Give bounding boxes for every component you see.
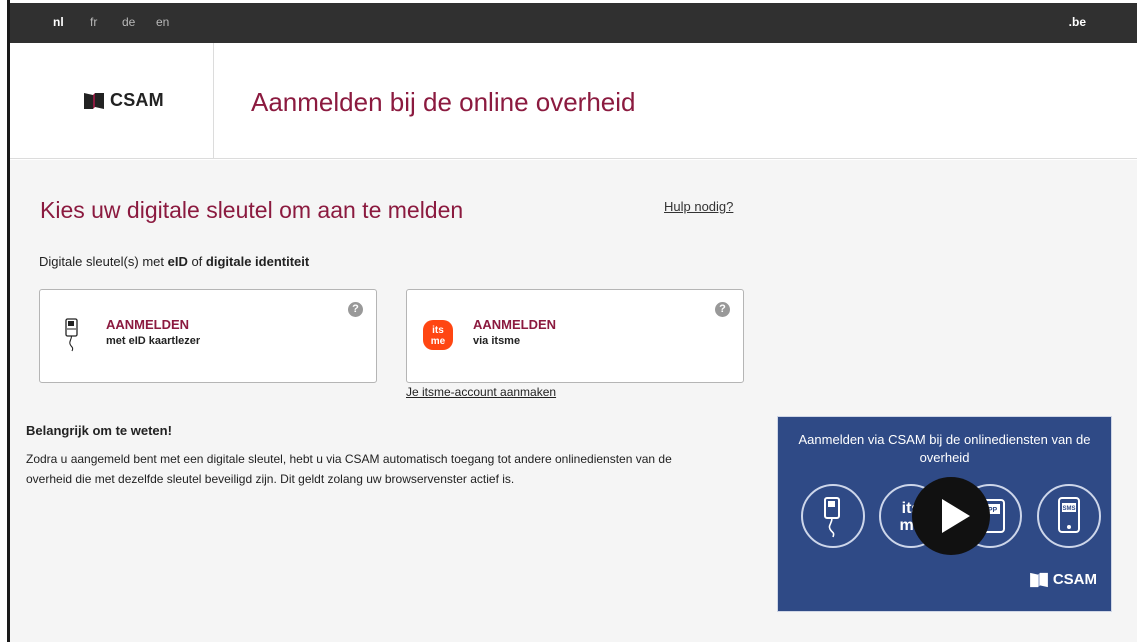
card-title: AANMELDEN [473,317,557,332]
lang-nl[interactable]: nl [53,15,64,29]
eid-reader-icon [801,484,865,548]
question-icon[interactable]: ? [715,302,730,317]
key-label-middle: of [187,254,206,269]
eid-card-reader-icon [65,318,78,352]
key-label-prefix: Digitale sleutel(s) met [39,254,168,269]
csam-logo[interactable]: CSAM [83,90,164,111]
itsme-icon: its me [423,320,453,350]
play-button[interactable] [912,477,990,555]
video-title: Aanmelden via CSAM bij de onlinediensten… [798,432,1091,465]
main-content: Kies uw digitale sleutel om aan te melde… [10,160,1137,642]
logo-cell: CSAM [10,43,214,159]
card-title: AANMELDEN [106,317,190,332]
info-text: Zodra u aangemeld bent met een digitale … [26,452,672,486]
section-title: Kies uw digitale sleutel om aan te melde… [40,197,464,223]
card-subtitle: met eID kaartlezer [106,335,201,347]
eid-reader-glyph [824,497,840,538]
csam-door-icon [84,92,104,109]
digital-key-label: Digitale sleutel(s) met eID of digitale … [39,254,309,269]
login-eid-card[interactable]: ? AANMELDEN met eID kaartlezer [39,289,377,383]
question-icon[interactable]: ? [348,302,363,317]
sms-glyph: SMS [1058,497,1080,533]
info-title: Belangrijk om te weten! [26,423,172,438]
language-bar: nl fr de en .be [10,3,1137,43]
lang-en[interactable]: en [156,15,169,29]
video-player[interactable]: Aanmelden via CSAM bij de onlinediensten… [777,416,1112,612]
video-csam-logo: CSAM [1029,571,1097,588]
create-itsme-account-link[interactable]: Je itsme-account aanmaken [406,385,556,399]
csam-door-icon [1029,572,1048,587]
video-sms-text: SMS [1062,506,1075,512]
key-label-eid: eID [167,254,188,269]
be-portal-link[interactable]: .be [1069,15,1086,29]
page-title: Aanmelden bij de online overheid [251,87,636,117]
csam-logo-text: CSAM [110,90,164,110]
key-label-digital-identity: digitale identiteit [205,254,310,269]
page-header: CSAM Aanmelden bij de online overheid [10,43,1137,159]
help-link[interactable]: Hulp nodig? [664,199,733,214]
sms-icon: SMS [1037,484,1101,548]
video-logo-text: CSAM [1052,571,1097,588]
lang-fr[interactable]: fr [90,15,97,29]
card-subtitle: via itsme [473,335,521,347]
itsme-icon-text-me: me [431,336,446,347]
lang-de[interactable]: de [122,15,135,29]
itsme-icon-text-its: its [432,325,444,336]
login-itsme-card[interactable]: ? its me AANMELDEN via itsme [406,289,744,383]
play-icon [942,499,970,533]
